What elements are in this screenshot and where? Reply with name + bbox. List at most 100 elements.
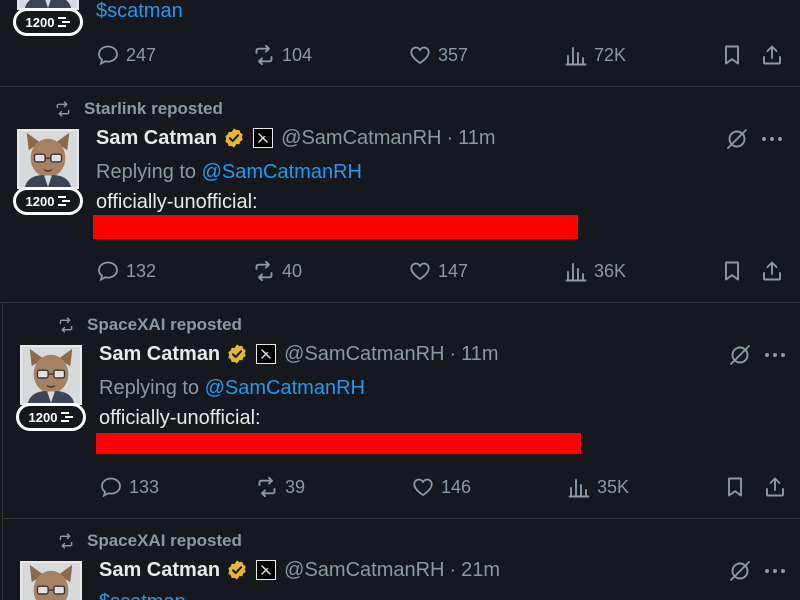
- repost-button[interactable]: 40: [252, 258, 302, 284]
- tweet-actions: 247 104 357 72K: [96, 42, 786, 68]
- level-badge-label: 1200: [25, 14, 55, 30]
- share-icon: [763, 475, 787, 499]
- affiliate-x-icon[interactable]: [256, 344, 277, 364]
- views-button[interactable]: 35K: [567, 474, 629, 500]
- reply-button[interactable]: 247: [96, 42, 156, 68]
- repost-count: 104: [282, 44, 313, 65]
- more-icon[interactable]: [763, 343, 787, 367]
- cat-avatar-icon: [22, 347, 80, 403]
- verified-badge-icon[interactable]: [226, 343, 248, 365]
- grok-icon[interactable]: [725, 127, 749, 151]
- repost-button[interactable]: 39: [255, 474, 305, 500]
- timestamp[interactable]: 21m: [461, 559, 500, 582]
- grok-icon[interactable]: [728, 559, 752, 583]
- bookmark-button[interactable]: [720, 42, 750, 68]
- timestamp[interactable]: 11m: [458, 127, 495, 150]
- avatar[interactable]: [17, 129, 79, 189]
- replying-to-link[interactable]: @SamCatmanRH: [202, 161, 362, 183]
- level-badge-label: 1200: [28, 409, 58, 425]
- affiliate-x-icon[interactable]: [253, 128, 274, 148]
- like-button[interactable]: 146: [411, 474, 471, 500]
- reply-button[interactable]: 133: [99, 474, 159, 500]
- bookmark-button[interactable]: [720, 258, 750, 284]
- bookmark-icon: [720, 259, 744, 283]
- separator-dot: ·: [449, 558, 457, 581]
- share-button[interactable]: [763, 474, 793, 500]
- avatar-with-badge[interactable]: 1200: [13, 0, 83, 36]
- reply-count: 132: [126, 260, 157, 281]
- grok-icon[interactable]: [728, 343, 752, 367]
- level-badge: 1200: [13, 8, 83, 36]
- level-badge-label: 1200: [25, 193, 55, 209]
- more-icon[interactable]: [760, 127, 784, 151]
- repost-icon: [255, 475, 279, 499]
- tweet-text: officially-unofficial:: [96, 191, 258, 213]
- level-badge: 1200: [13, 187, 83, 215]
- repost-context[interactable]: SpaceXAI reposted: [55, 531, 242, 551]
- reply-count: 247: [126, 44, 157, 65]
- avatar[interactable]: [20, 345, 82, 405]
- share-button[interactable]: [760, 42, 790, 68]
- avatar-with-badge[interactable]: 1200: [16, 345, 86, 431]
- user-handle[interactable]: @SamCatmanRH: [281, 127, 441, 150]
- views-icon: [567, 475, 591, 499]
- views-count: 72K: [594, 44, 627, 65]
- avatar-with-badge[interactable]: 1200: [13, 129, 83, 215]
- share-icon: [760, 43, 784, 67]
- views-count: 36K: [594, 260, 627, 281]
- display-name[interactable]: Sam Catman: [99, 343, 220, 366]
- like-button[interactable]: 147: [408, 258, 468, 284]
- cashtag-link[interactable]: $scatman: [96, 0, 183, 23]
- replying-to-prefix: Replying to: [96, 161, 197, 183]
- redacted-block: [96, 433, 581, 454]
- tweet-card[interactable]: SpaceXAI reposted 1200 Sam Catman @SamCa…: [2, 303, 800, 519]
- views-button[interactable]: 36K: [564, 258, 626, 284]
- user-handle[interactable]: @SamCatmanRH: [284, 343, 444, 366]
- like-icon: [411, 475, 435, 499]
- cat-avatar-icon: [19, 0, 77, 8]
- repost-button[interactable]: 104: [252, 42, 312, 68]
- tweet-card[interactable]: Starlink reposted 1200 Sam Catman @SamCa…: [0, 87, 800, 303]
- repost-context[interactable]: Starlink reposted: [52, 99, 223, 119]
- avatar[interactable]: [20, 561, 82, 600]
- timestamp[interactable]: 11m: [461, 343, 498, 366]
- views-button[interactable]: 72K: [564, 42, 626, 68]
- reply-icon: [96, 43, 120, 67]
- like-button[interactable]: 357: [408, 42, 468, 68]
- replying-to-link[interactable]: @SamCatmanRH: [205, 377, 365, 399]
- display-name[interactable]: Sam Catman: [96, 127, 217, 150]
- replying-to: Replying to @SamCatmanRH: [99, 377, 365, 400]
- reply-button[interactable]: 132: [96, 258, 156, 284]
- cat-avatar-icon: [19, 131, 77, 187]
- share-button[interactable]: [760, 258, 790, 284]
- badge-stack-icon: [58, 17, 70, 27]
- bookmark-icon: [720, 43, 744, 67]
- repost-icon: [252, 259, 276, 283]
- verified-badge-icon[interactable]: [223, 127, 245, 149]
- repost-by-label: SpaceXAI reposted: [87, 315, 242, 334]
- repost-count: 40: [282, 260, 303, 281]
- tweet-card[interactable]: SpaceXAI reposted Sam Catman @SamCatmanR…: [2, 519, 800, 600]
- repost-by-label: SpaceXAI reposted: [87, 531, 242, 550]
- like-count: 357: [438, 44, 469, 65]
- tweet-header: Sam Catman @SamCatmanRH · 11m: [99, 340, 499, 368]
- bookmark-button[interactable]: [723, 474, 753, 500]
- affiliate-x-icon[interactable]: [256, 560, 277, 580]
- cat-avatar-icon: [22, 563, 80, 600]
- avatar-with-badge[interactable]: [16, 561, 86, 600]
- tweet-actions: 132 40 147 36K: [96, 258, 786, 284]
- reply-icon: [96, 259, 120, 283]
- more-icon[interactable]: [763, 559, 787, 583]
- repost-by-label: Starlink reposted: [84, 99, 223, 118]
- replying-to-prefix: Replying to: [99, 377, 200, 399]
- tweet-header: Sam Catman @SamCatmanRH · 11m: [96, 124, 496, 152]
- repost-icon: [52, 100, 74, 118]
- user-handle[interactable]: @SamCatmanRH: [284, 559, 444, 582]
- tweet-card[interactable]: 1200 $scatman 247 104 357 72K: [0, 0, 800, 87]
- display-name[interactable]: Sam Catman: [99, 559, 220, 582]
- repost-context[interactable]: SpaceXAI reposted: [55, 315, 242, 335]
- views-count: 35K: [597, 476, 630, 497]
- cashtag-link[interactable]: $scatman: [99, 591, 186, 600]
- separator-dot: ·: [446, 126, 454, 149]
- verified-badge-icon[interactable]: [226, 559, 248, 581]
